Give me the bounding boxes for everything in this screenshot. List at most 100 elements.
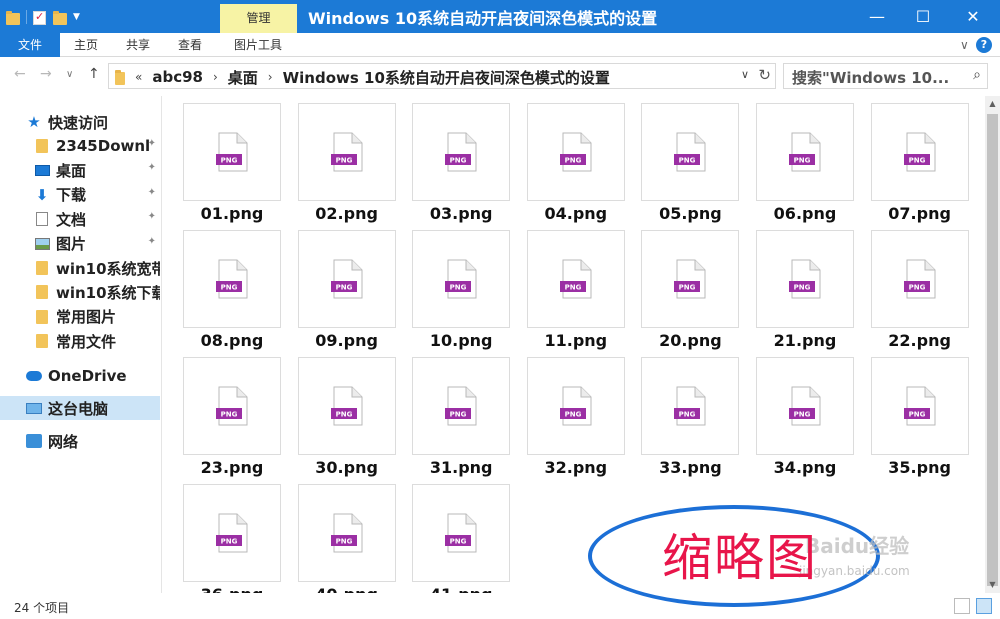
file-name[interactable]: 36.png <box>183 585 281 593</box>
file-item[interactable]: PNG 10.png <box>412 230 511 356</box>
file-name[interactable]: 01.png <box>183 204 281 223</box>
maximize-button[interactable]: ☐ <box>900 0 946 33</box>
file-item[interactable]: PNG 02.png <box>297 103 396 229</box>
file-item[interactable]: PNG 01.png <box>183 103 281 229</box>
sidebar-item-quick-1[interactable]: 桌面 ✦ <box>0 158 160 182</box>
file-name[interactable]: 23.png <box>183 458 281 477</box>
details-view-icon[interactable] <box>954 598 970 614</box>
file-thumbnail[interactable]: PNG <box>870 103 969 201</box>
file-name[interactable]: 11.png <box>527 331 625 350</box>
recent-locations-chevron-icon[interactable]: ∨ <box>66 69 73 80</box>
file-item[interactable]: PNG 34.png <box>756 357 854 483</box>
file-thumbnail[interactable]: PNG <box>297 230 396 328</box>
file-name[interactable]: 33.png <box>641 458 739 477</box>
file-item[interactable]: PNG 36.png <box>183 484 281 593</box>
sidebar-item-quick-8[interactable]: 常用文件 <box>0 329 160 353</box>
back-button[interactable]: ← <box>14 66 26 82</box>
file-thumbnail[interactable]: PNG <box>756 357 854 455</box>
file-item[interactable]: PNG 08.png <box>183 230 281 356</box>
file-name[interactable]: 08.png <box>183 331 281 350</box>
file-item[interactable]: PNG 20.png <box>641 230 740 356</box>
file-name[interactable]: 35.png <box>871 458 969 477</box>
tab-manage[interactable]: 管理 <box>220 4 297 33</box>
sidebar-item-this-pc[interactable]: 这台电脑 <box>0 396 160 420</box>
file-name[interactable]: 34.png <box>756 458 854 477</box>
chevron-right-icon[interactable]: › <box>213 70 218 84</box>
address-history-chevron-icon[interactable]: ∨ <box>741 68 749 81</box>
file-item[interactable]: PNG 06.png <box>756 103 854 229</box>
file-thumbnail[interactable]: PNG <box>870 357 969 455</box>
file-thumbnail[interactable]: PNG <box>412 103 511 201</box>
file-thumbnail[interactable]: PNG <box>526 357 625 455</box>
file-thumbnail[interactable]: PNG <box>183 230 281 328</box>
tab-file[interactable]: 文件 <box>0 33 60 57</box>
file-thumbnail[interactable]: PNG <box>756 230 854 328</box>
file-thumbnail[interactable]: PNG <box>641 230 740 328</box>
large-icons-view-icon[interactable] <box>976 598 992 614</box>
file-name[interactable]: 05.png <box>641 204 739 223</box>
file-name[interactable]: 32.png <box>527 458 625 477</box>
ribbon-collapse-chevron-icon[interactable]: ∨ <box>960 33 969 57</box>
file-thumbnail[interactable]: PNG <box>297 357 396 455</box>
sidebar-item-onedrive[interactable]: OneDrive <box>0 364 160 388</box>
sidebar-item-quick-7[interactable]: 常用图片 <box>0 305 160 329</box>
file-name[interactable]: 22.png <box>871 331 969 350</box>
file-name[interactable]: 20.png <box>641 331 739 350</box>
file-item[interactable]: PNG 09.png <box>297 230 396 356</box>
sidebar-item-quick-2[interactable]: ⬇ 下载 ✦ <box>0 183 160 207</box>
forward-button[interactable]: → <box>40 66 52 82</box>
file-thumbnail[interactable]: PNG <box>412 230 511 328</box>
breadcrumb-item-desktop[interactable]: 桌面 <box>228 67 258 88</box>
customize-toolbar-chevron-icon[interactable]: ▼ <box>73 12 80 22</box>
scrollbar-thumb[interactable] <box>987 114 998 586</box>
file-thumbnail[interactable]: PNG <box>183 484 281 582</box>
file-name[interactable]: 10.png <box>412 331 510 350</box>
file-item[interactable]: PNG 05.png <box>641 103 740 229</box>
file-item[interactable]: PNG 40.png <box>297 484 396 593</box>
file-item[interactable]: PNG 31.png <box>412 357 511 483</box>
file-name[interactable]: 07.png <box>871 204 969 223</box>
sidebar-item-quick-0[interactable]: 2345Downl ✦ <box>0 134 160 158</box>
file-thumbnail[interactable]: PNG <box>870 230 969 328</box>
refresh-icon[interactable]: ↻ <box>758 66 771 84</box>
file-thumbnail[interactable]: PNG <box>526 103 625 201</box>
minimize-button[interactable]: — <box>854 0 900 33</box>
close-button[interactable]: ✕ <box>946 0 1000 33</box>
file-item[interactable]: PNG 11.png <box>526 230 625 356</box>
vertical-scrollbar[interactable]: ▲ ▼ <box>985 96 1000 593</box>
file-name[interactable]: 31.png <box>412 458 510 477</box>
file-thumbnail[interactable]: PNG <box>641 357 740 455</box>
file-thumbnail[interactable]: PNG <box>641 103 740 201</box>
up-button[interactable]: ↑ <box>88 66 100 82</box>
file-name[interactable]: 21.png <box>756 331 854 350</box>
file-thumbnail[interactable]: PNG <box>756 103 854 201</box>
scroll-up-icon[interactable]: ▲ <box>985 96 1000 112</box>
file-item[interactable]: PNG 03.png <box>412 103 511 229</box>
file-item[interactable]: PNG 41.png <box>412 484 511 593</box>
sidebar-item-quick-4[interactable]: 图片 ✦ <box>0 232 160 256</box>
file-name[interactable]: 04.png <box>527 204 625 223</box>
sidebar-item-quick-3[interactable]: 文档 ✦ <box>0 207 160 231</box>
file-name[interactable]: 40.png <box>298 585 396 593</box>
file-thumbnail[interactable]: PNG <box>183 103 281 201</box>
file-name[interactable]: 41.png <box>412 585 510 593</box>
file-item[interactable]: PNG 33.png <box>641 357 740 483</box>
help-icon[interactable]: ? <box>976 37 992 53</box>
search-input[interactable]: 搜索"Windows 10... ⌕ <box>783 63 988 89</box>
file-thumbnail[interactable]: PNG <box>297 484 396 582</box>
properties-icon[interactable] <box>33 10 47 25</box>
file-name[interactable]: 06.png <box>756 204 854 223</box>
file-thumbnail[interactable]: PNG <box>526 230 625 328</box>
file-item[interactable]: PNG 35.png <box>870 357 969 483</box>
file-item[interactable]: PNG 23.png <box>183 357 281 483</box>
file-item[interactable]: PNG 04.png <box>526 103 625 229</box>
file-item[interactable]: PNG 22.png <box>870 230 969 356</box>
file-thumbnail[interactable]: PNG <box>183 357 281 455</box>
file-item[interactable]: PNG 32.png <box>526 357 625 483</box>
new-folder-icon[interactable] <box>53 10 67 25</box>
breadcrumb-item-current-folder[interactable]: Windows 10系统自动开启夜间深色模式的设置 <box>283 67 610 88</box>
breadcrumb-overflow[interactable]: « <box>135 70 142 84</box>
file-thumbnail[interactable]: PNG <box>412 357 511 455</box>
file-name[interactable]: 09.png <box>298 331 396 350</box>
chevron-right-icon[interactable]: › <box>268 70 273 84</box>
